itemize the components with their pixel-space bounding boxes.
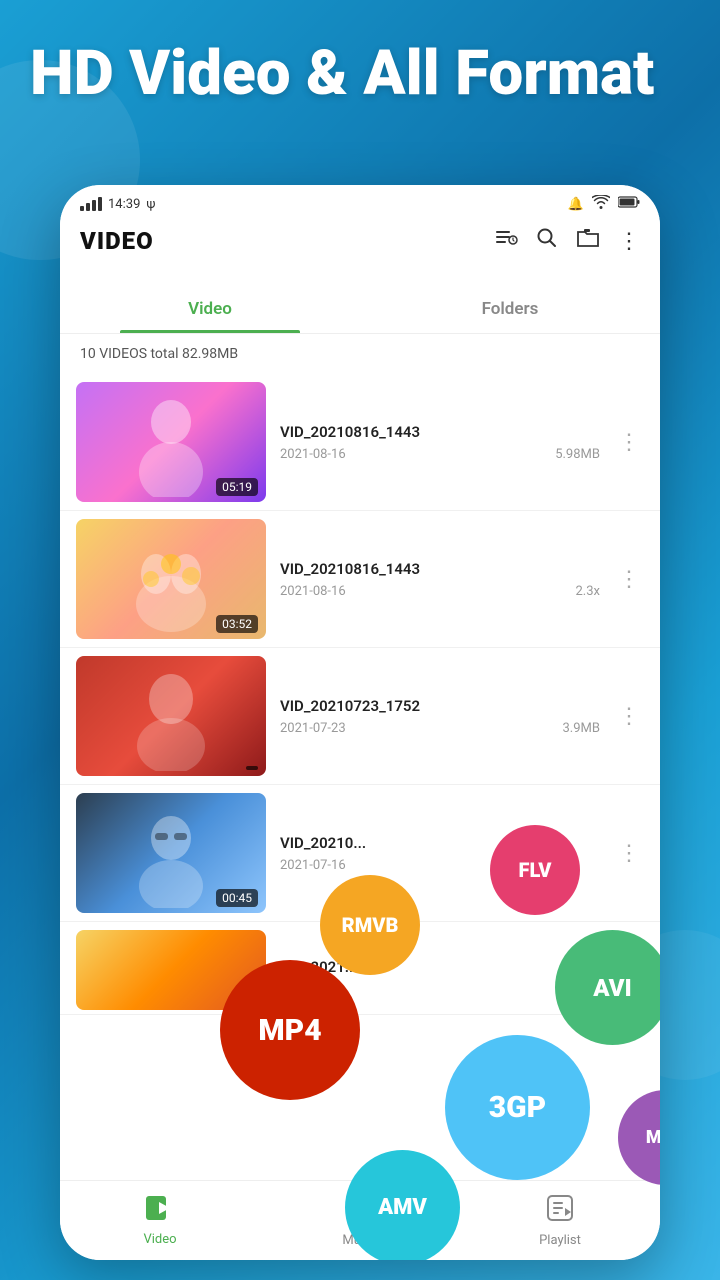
duration-badge: 00:45 [216,889,258,907]
video-title: VID_20210816_1443 [280,423,600,441]
bottom-nav: Video Music Play [60,1180,660,1260]
status-sim: ψ [146,197,155,212]
more-options-icon[interactable]: ⋮ [618,229,640,254]
item-more-icon[interactable]: ⋮ [614,700,644,733]
playlist-nav-icon [546,1194,574,1229]
table-row[interactable]: VID_2021... ⋮ [60,922,660,1015]
battery-icon [618,196,640,212]
video-list[interactable]: 05:19 VID_20210816_1443 2021-08-16 5.98M… [60,374,660,1180]
item-more-icon[interactable]: ⋮ [614,954,644,987]
video-info: VID_20210... 2021-07-16 [280,834,600,873]
thumbnail [76,656,266,776]
video-title: VID_20210816_1443 [280,560,600,578]
nav-label-music: Music [342,1233,377,1248]
status-bar: 14:39 ψ 🔔 [60,185,660,218]
table-row[interactable]: 03:52 VID_20210816_1443 2021-08-16 2.3x … [60,511,660,648]
video-title: VID_2021... [280,958,600,976]
app-logo: VIDEO [80,227,154,255]
video-title: VID_20210723_1752 [280,697,600,715]
nav-item-music[interactable]: Music [260,1194,460,1248]
item-more-icon[interactable]: ⋮ [614,426,644,459]
thumbnail: 05:19 [76,382,266,502]
video-size: 2.3x [576,584,601,599]
video-date: 2021-07-23 [280,721,346,736]
video-nav-icon [145,1195,175,1228]
duration-badge [246,766,258,770]
video-info: VID_20210816_1443 2021-08-16 5.98MB [280,423,600,462]
video-title: VID_20210... [280,834,600,852]
video-info: VID_20210816_1443 2021-08-16 2.3x [280,560,600,599]
video-date: 2021-08-16 [280,584,346,599]
wifi-icon [592,195,610,213]
nav-item-video[interactable]: Video [60,1195,260,1247]
nav-label-playlist: Playlist [539,1233,581,1248]
folder-icon[interactable] [576,228,600,254]
notification-icon: 🔔 [568,197,584,212]
item-more-icon[interactable]: ⋮ [614,563,644,596]
item-more-icon[interactable]: ⋮ [614,837,644,870]
video-size: 3.9MB [563,721,601,736]
video-info: VID_20210723_1752 2021-07-23 3.9MB [280,697,600,736]
hero-heading: HD Video & All Format [30,40,690,108]
app-header: VIDEO [60,218,660,268]
playlist-history-icon[interactable] [494,226,518,256]
tabs: Video Folders [60,285,660,334]
tab-video[interactable]: Video [60,285,360,333]
thumbnail [76,930,266,1010]
search-icon[interactable] [536,227,558,255]
nav-item-playlist[interactable]: Playlist [460,1194,660,1248]
music-nav-icon [347,1194,373,1229]
table-row[interactable]: 00:45 VID_20210... 2021-07-16 ⋮ [60,785,660,922]
thumbnail: 03:52 [76,519,266,639]
video-size: 5.98MB [555,447,600,462]
video-date: 2021-07-16 [280,858,346,873]
table-row[interactable]: 05:19 VID_20210816_1443 2021-08-16 5.98M… [60,374,660,511]
signal-icon [80,197,102,211]
thumbnail: 00:45 [76,793,266,913]
nav-label-video: Video [143,1232,176,1247]
video-count-label: 10 VIDEOS total 82.98MB [60,334,660,374]
video-info: VID_2021... [280,958,600,982]
content-area: Video Folders 10 VIDEOS total 82.98MB 05… [60,285,660,1180]
table-row[interactable]: VID_20210723_1752 2021-07-23 3.9MB ⋮ [60,648,660,785]
phone-mockup: 14:39 ψ 🔔 VIDEO [60,185,660,1260]
duration-badge: 05:19 [216,478,258,496]
tab-folders[interactable]: Folders [360,285,660,333]
duration-badge: 03:52 [216,615,258,633]
video-date: 2021-08-16 [280,447,346,462]
status-time: 14:39 [108,197,140,212]
